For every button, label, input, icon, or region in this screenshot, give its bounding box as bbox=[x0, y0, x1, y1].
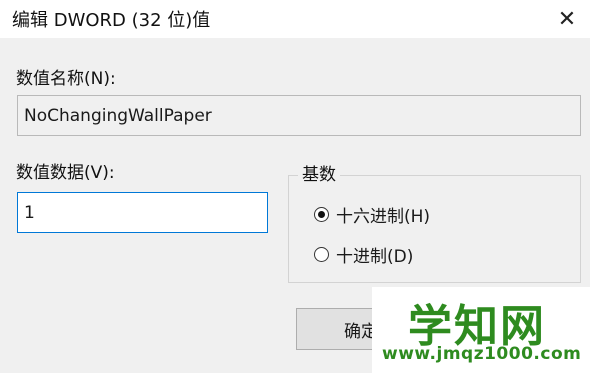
watermark-url: www.jmqz1000.com bbox=[382, 344, 582, 364]
window-title: 编辑 DWORD (32 位)值 bbox=[12, 10, 211, 31]
title-bar: 编辑 DWORD (32 位)值 ✕ bbox=[0, 0, 590, 38]
radio-hex-label: 十六进制(H) bbox=[336, 207, 431, 227]
radio-decimal[interactable]: 十进制(D) bbox=[314, 242, 413, 267]
radio-decimal-indicator[interactable] bbox=[314, 247, 329, 262]
value-data-input[interactable]: 1 bbox=[17, 192, 268, 233]
close-button[interactable]: ✕ bbox=[544, 0, 590, 38]
radio-decimal-label: 十进制(D) bbox=[336, 247, 414, 267]
value-name-field: NoChangingWallPaper bbox=[17, 95, 581, 136]
base-label: 基数 bbox=[298, 160, 340, 185]
value-data-text: 1 bbox=[24, 202, 35, 223]
value-name-label: 数值名称(N): bbox=[16, 69, 116, 89]
radio-hex-indicator[interactable] bbox=[314, 207, 329, 222]
radio-hex[interactable]: 十六进制(H) bbox=[314, 202, 430, 227]
value-name-text: NoChangingWallPaper bbox=[24, 105, 212, 126]
close-icon: ✕ bbox=[557, 6, 577, 32]
value-data-label: 数值数据(V): bbox=[16, 163, 115, 183]
